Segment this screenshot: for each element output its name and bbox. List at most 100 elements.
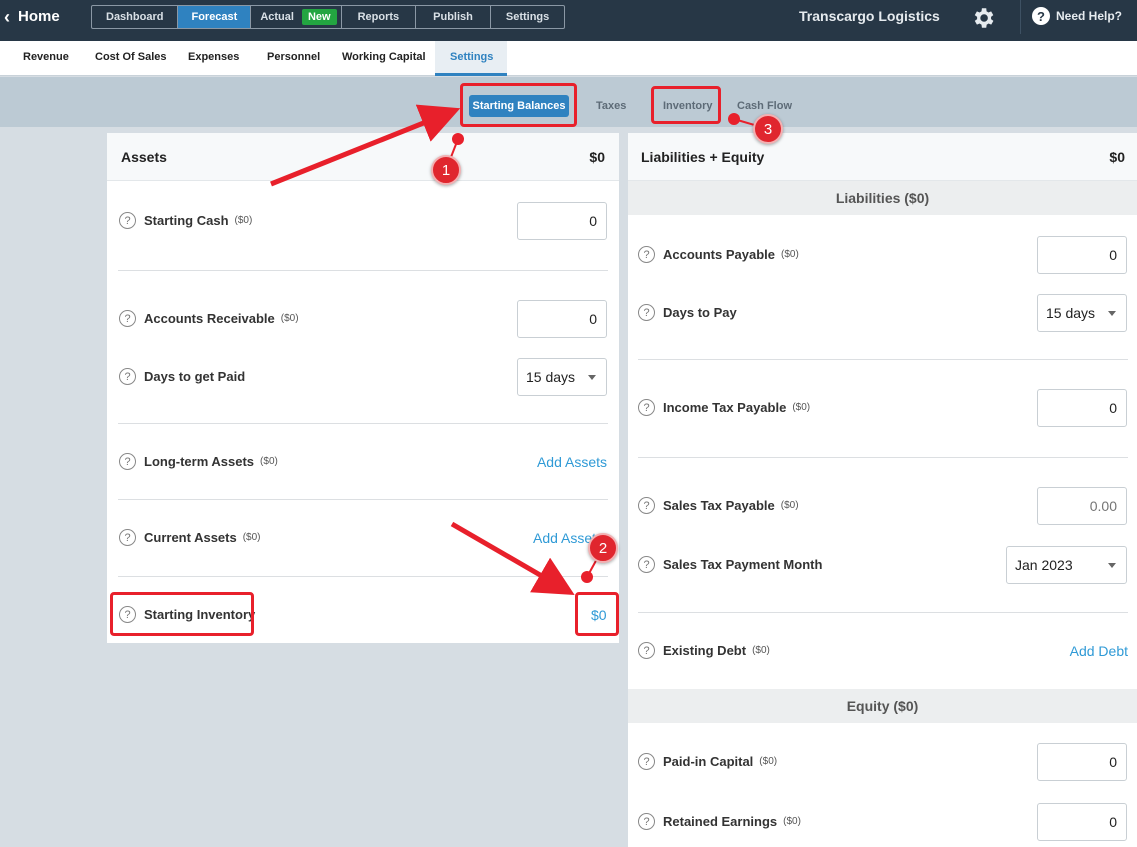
assets-total: $0 (589, 149, 605, 165)
nav-actual-label: Actual (260, 11, 294, 23)
accounts-payable-input[interactable] (1037, 236, 1127, 274)
callout-3: 3 (753, 114, 783, 144)
help-icon[interactable]: ? (638, 753, 655, 770)
add-long-term-assets-link[interactable]: Add Assets (537, 454, 607, 470)
current-assets-row: ? Current Assets ($0) (119, 529, 261, 546)
help-icon[interactable]: ? (638, 304, 655, 321)
divider (118, 576, 608, 577)
liabilities-equity-panel: Liabilities + Equity $0 Liabilities ($0)… (628, 133, 1137, 847)
nav-publish[interactable]: Publish (416, 6, 491, 28)
starting-cash-input[interactable] (517, 202, 607, 240)
tab-cost-of-sales[interactable]: Cost Of Sales (95, 51, 167, 63)
accounts-payable-subtotal: ($0) (781, 249, 799, 260)
sales-tax-payment-month-select[interactable]: Jan 2023 (1006, 546, 1127, 584)
divider (638, 457, 1128, 458)
days-to-get-paid-value: 15 days (526, 369, 576, 385)
gear-icon[interactable] (970, 5, 996, 31)
help-icon[interactable]: ? (119, 453, 136, 470)
accounts-payable-label: Accounts Payable (663, 247, 775, 262)
liabilities-equity-title: Liabilities + Equity (641, 149, 765, 165)
sales-tax-payment-month-value: Jan 2023 (1015, 557, 1073, 573)
callout-1: 1 (431, 155, 461, 185)
tab-personnel[interactable]: Personnel (267, 51, 320, 63)
help-circle-icon: ? (1032, 7, 1050, 25)
chevron-down-icon (1108, 563, 1116, 568)
paid-in-capital-subtotal: ($0) (759, 756, 778, 767)
days-to-get-paid-row: ? Days to get Paid (119, 368, 245, 385)
help-icon[interactable]: ? (119, 529, 136, 546)
tab-settings[interactable]: Settings (450, 51, 493, 63)
assets-header: Assets $0 (107, 133, 619, 181)
starting-cash-subtotal: ($0) (234, 215, 253, 226)
liabilities-equity-total: $0 (1109, 149, 1125, 165)
retained-earnings-input[interactable] (1037, 803, 1127, 841)
help-icon[interactable]: ? (638, 556, 655, 573)
divider (118, 423, 608, 424)
tab-expenses[interactable]: Expenses (188, 51, 239, 63)
home-link[interactable]: ‹ Home (4, 6, 60, 27)
nav-actual[interactable]: Actual New (251, 6, 342, 28)
add-debt-link[interactable]: Add Debt (1070, 643, 1128, 659)
current-assets-subtotal: ($0) (242, 532, 261, 543)
new-badge: New (301, 9, 337, 25)
liabilities-section-header: Liabilities ($0) (628, 181, 1137, 215)
accounts-receivable-label: Accounts Receivable (144, 311, 275, 326)
nav-settings[interactable]: Settings (491, 6, 564, 28)
equity-section-header: Equity ($0) (628, 689, 1137, 723)
income-tax-payable-row: ? Income Tax Payable ($0) (638, 399, 810, 416)
days-to-pay-select[interactable]: 15 days (1037, 294, 1127, 332)
existing-debt-row: ? Existing Debt ($0) (638, 642, 770, 659)
chevron-left-icon: ‹ (4, 6, 10, 27)
tab-taxes[interactable]: Taxes (596, 100, 626, 112)
tab-revenue[interactable]: Revenue (23, 51, 69, 63)
liabilities-equity-header: Liabilities + Equity $0 (628, 133, 1137, 181)
accounts-receivable-input[interactable] (517, 300, 607, 338)
company-name: Transcargo Logistics (799, 8, 940, 24)
income-tax-payable-input[interactable] (1037, 389, 1127, 427)
forecast-subtabs: Revenue Cost Of Sales Expenses Personnel… (0, 41, 1137, 76)
divider (118, 270, 608, 271)
nav-dashboard[interactable]: Dashboard (92, 6, 179, 28)
days-to-get-paid-label: Days to get Paid (144, 369, 246, 384)
retained-earnings-subtotal: ($0) (783, 816, 801, 827)
help-icon[interactable]: ? (638, 246, 655, 263)
accounts-receivable-row: ? Accounts Receivable ($0) (119, 310, 299, 327)
current-assets-label: Current Assets (144, 530, 237, 545)
help-icon[interactable]: ? (638, 813, 655, 830)
income-tax-payable-subtotal: ($0) (792, 402, 811, 413)
accounts-payable-row: ? Accounts Payable ($0) (638, 246, 799, 263)
tab-working-capital[interactable]: Working Capital (342, 51, 426, 63)
chevron-down-icon (588, 375, 596, 380)
long-term-assets-label: Long-term Assets (144, 454, 255, 469)
days-to-get-paid-select[interactable]: 15 days (517, 358, 607, 396)
annotation-box-starting-inventory (110, 592, 254, 636)
sales-tax-payable-input[interactable] (1037, 487, 1127, 525)
days-to-pay-value: 15 days (1046, 305, 1096, 321)
help-icon[interactable]: ? (119, 212, 136, 229)
sales-tax-payment-month-label: Sales Tax Payment Month (663, 557, 823, 572)
home-label: Home (18, 8, 60, 25)
sales-tax-payable-label: Sales Tax Payable (663, 498, 775, 513)
help-icon[interactable]: ? (638, 642, 655, 659)
top-navigation-bar: ‹ Home Dashboard Forecast Actual New Rep… (0, 0, 1137, 41)
existing-debt-subtotal: ($0) (752, 645, 770, 656)
annotation-box-inventory (651, 86, 721, 124)
retained-earnings-label: Retained Earnings (663, 814, 778, 829)
sales-tax-payment-month-row: ? Sales Tax Payment Month (638, 556, 822, 573)
paid-in-capital-row: ? Paid-in Capital ($0) (638, 753, 777, 770)
nav-reports[interactable]: Reports (342, 6, 417, 28)
need-help-button[interactable]: ? Need Help? (1032, 7, 1122, 25)
starting-cash-row: ? Starting Cash ($0) (119, 212, 252, 229)
tab-cash-flow[interactable]: Cash Flow (737, 100, 792, 112)
annotation-box-inventory-value (575, 592, 619, 636)
help-icon[interactable]: ? (638, 399, 655, 416)
help-icon[interactable]: ? (119, 310, 136, 327)
paid-in-capital-input[interactable] (1037, 743, 1127, 781)
sales-tax-payable-row: ? Sales Tax Payable ($0) (638, 497, 799, 514)
help-icon[interactable]: ? (638, 497, 655, 514)
assets-title: Assets (121, 149, 167, 165)
nav-forecast[interactable]: Forecast (178, 6, 252, 28)
long-term-assets-row: ? Long-term Assets ($0) (119, 453, 278, 470)
help-icon[interactable]: ? (119, 368, 136, 385)
divider (638, 612, 1128, 613)
